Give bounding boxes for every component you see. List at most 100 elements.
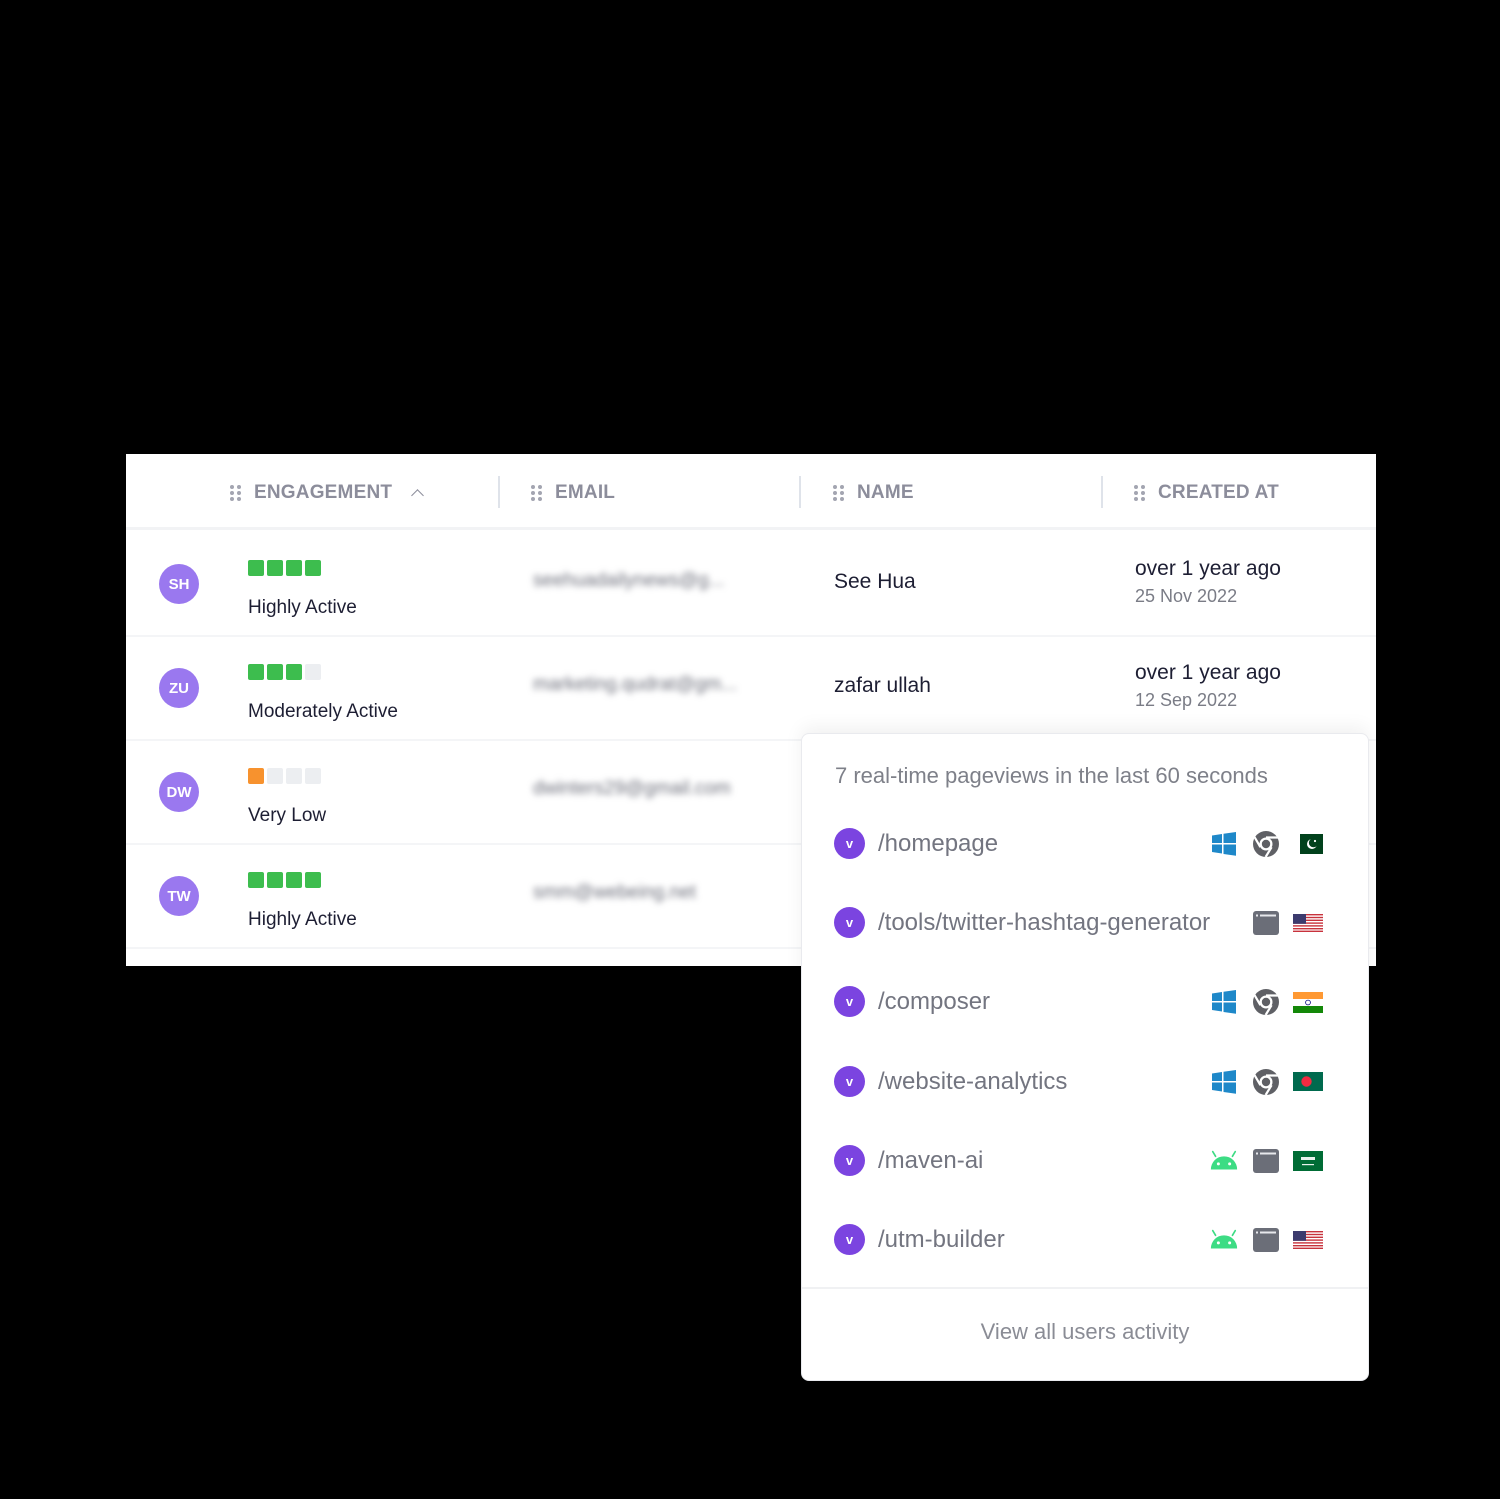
email-cell: seehuadailynews@g... — [533, 570, 725, 591]
android-icon — [1209, 1148, 1239, 1174]
engagement-meter — [248, 872, 321, 888]
engagement-bar-segment — [267, 560, 283, 576]
realtime-pageviews-popover: 7 real-time pageviews in the last 60 sec… — [801, 733, 1369, 1381]
column-header-name[interactable]: NAME — [833, 478, 914, 508]
engagement-bar-segment — [286, 664, 302, 680]
avatar[interactable]: ZU — [159, 668, 199, 708]
engagement-bar-segment — [267, 768, 283, 784]
pageview-item[interactable]: v/composer — [802, 982, 1370, 1022]
column-header-created-at[interactable]: CREATED AT — [1134, 478, 1279, 508]
email-cell: smm@webeing.net — [533, 882, 696, 903]
engagement-bar-segment — [305, 664, 321, 680]
column-resize-handle[interactable] — [799, 476, 801, 508]
column-header-engagement[interactable]: ENGAGEMENT — [230, 478, 424, 508]
engagement-meter — [248, 560, 321, 576]
visitor-meta-icons — [1209, 1225, 1323, 1255]
page-path[interactable]: /website-analytics — [878, 1068, 1067, 1096]
pageview-item[interactable]: v/website-analytics — [802, 1062, 1370, 1102]
pageview-item[interactable]: v/homepage — [802, 824, 1370, 864]
column-label: NAME — [857, 482, 914, 503]
column-label: EMAIL — [555, 482, 616, 503]
visitor-meta-icons — [1251, 908, 1323, 938]
visitor-meta-icons — [1209, 1146, 1323, 1176]
column-resize-handle[interactable] — [1101, 476, 1103, 508]
flag-usa-icon — [1293, 910, 1323, 936]
table-header: ENGAGEMENT EMAIL NAME CREATED AT — [126, 454, 1376, 530]
drag-handle-icon[interactable] — [531, 484, 543, 502]
sort-ascending-icon[interactable] — [410, 486, 424, 500]
avatar[interactable]: SH — [159, 564, 199, 604]
chrome-icon — [1251, 989, 1281, 1016]
engagement-label: Very Low — [248, 805, 327, 826]
visitor-badge[interactable]: v — [834, 986, 865, 1018]
android-icon — [1209, 1227, 1239, 1253]
engagement-bar-segment — [248, 872, 264, 888]
engagement-bar-segment — [248, 560, 264, 576]
created-date: 12 Sep 2022 — [1135, 690, 1238, 710]
column-label: CREATED AT — [1158, 482, 1279, 503]
visitor-badge[interactable]: v — [834, 828, 865, 859]
chrome-icon — [1251, 831, 1281, 858]
column-label: ENGAGEMENT — [254, 482, 393, 503]
engagement-meter — [248, 664, 321, 680]
email-cell: marketing.qudrat@gm... — [533, 674, 738, 695]
visitor-badge[interactable]: v — [834, 1144, 865, 1176]
column-header-email[interactable]: EMAIL — [531, 478, 615, 508]
drag-handle-icon[interactable] — [230, 484, 242, 502]
created-relative: over 1 year ago — [1135, 661, 1281, 684]
browser-window-icon — [1251, 910, 1281, 936]
engagement-bar-segment — [305, 768, 321, 784]
created-relative: over 1 year ago — [1135, 557, 1281, 580]
engagement-label: Highly Active — [248, 909, 357, 930]
engagement-label: Highly Active — [248, 597, 357, 618]
table-row[interactable]: SH Highly Active seehuadailynews@g... See H… — [126, 533, 1376, 637]
engagement-bar-segment — [286, 560, 302, 576]
pageview-item[interactable]: v/maven-ai — [802, 1141, 1370, 1181]
avatar[interactable]: DW — [159, 772, 199, 812]
page-path[interactable]: /tools/twitter-hashtag-generator — [878, 909, 1210, 937]
visitor-badge[interactable]: v — [834, 1224, 865, 1255]
page-path[interactable]: /utm-builder — [878, 1226, 1005, 1254]
flag-india-icon — [1293, 989, 1323, 1015]
engagement-meter — [248, 768, 321, 784]
page-path[interactable]: /homepage — [878, 830, 998, 858]
browser-window-icon — [1251, 1148, 1281, 1174]
column-resize-handle[interactable] — [498, 476, 500, 508]
windows-icon — [1209, 831, 1239, 857]
email-cell: dwinters29@gmail.com — [533, 778, 731, 799]
page-path[interactable]: /composer — [878, 988, 990, 1016]
pageview-item[interactable]: v/utm-builder — [802, 1220, 1370, 1260]
engagement-bar-segment — [267, 872, 283, 888]
visitor-badge[interactable]: v — [834, 1065, 865, 1097]
visitor-meta-icons — [1209, 987, 1323, 1017]
name-cell: See Hua — [834, 570, 916, 593]
drag-handle-icon[interactable] — [833, 484, 845, 502]
windows-icon — [1209, 1069, 1239, 1095]
browser-window-icon — [1251, 1227, 1281, 1253]
pageview-item[interactable]: v/tools/twitter-hashtag-generator — [802, 903, 1370, 943]
engagement-bar-segment — [267, 664, 283, 680]
windows-icon — [1209, 989, 1239, 1015]
engagement-bar-segment — [286, 872, 302, 888]
popover-title: 7 real-time pageviews in the last 60 sec… — [835, 763, 1268, 788]
visitor-meta-icons — [1209, 1067, 1323, 1097]
flag-pakistan-icon — [1293, 831, 1323, 857]
avatar[interactable]: TW — [159, 876, 199, 916]
engagement-bar-segment — [305, 560, 321, 576]
divider — [802, 1287, 1368, 1289]
flag-usa-icon — [1293, 1227, 1323, 1253]
engagement-bar-segment — [248, 768, 264, 784]
engagement-label: Moderately Active — [248, 701, 398, 722]
drag-handle-icon[interactable] — [1134, 484, 1146, 502]
chrome-icon — [1251, 1068, 1281, 1096]
table-row[interactable]: ZU Moderately Active marketing.qudrat@gm..… — [126, 637, 1376, 741]
engagement-bar-segment — [248, 664, 264, 680]
page-path[interactable]: /maven-ai — [878, 1147, 983, 1175]
view-all-users-activity-link[interactable]: View all users activity — [802, 1319, 1368, 1345]
flag-saudi-arabia-icon — [1293, 1148, 1323, 1174]
engagement-bar-segment — [305, 872, 321, 888]
created-date: 25 Nov 2022 — [1135, 586, 1238, 606]
visitor-badge[interactable]: v — [834, 907, 865, 939]
name-cell: zafar ullah — [834, 674, 931, 697]
flag-bangladesh-icon — [1293, 1069, 1323, 1095]
